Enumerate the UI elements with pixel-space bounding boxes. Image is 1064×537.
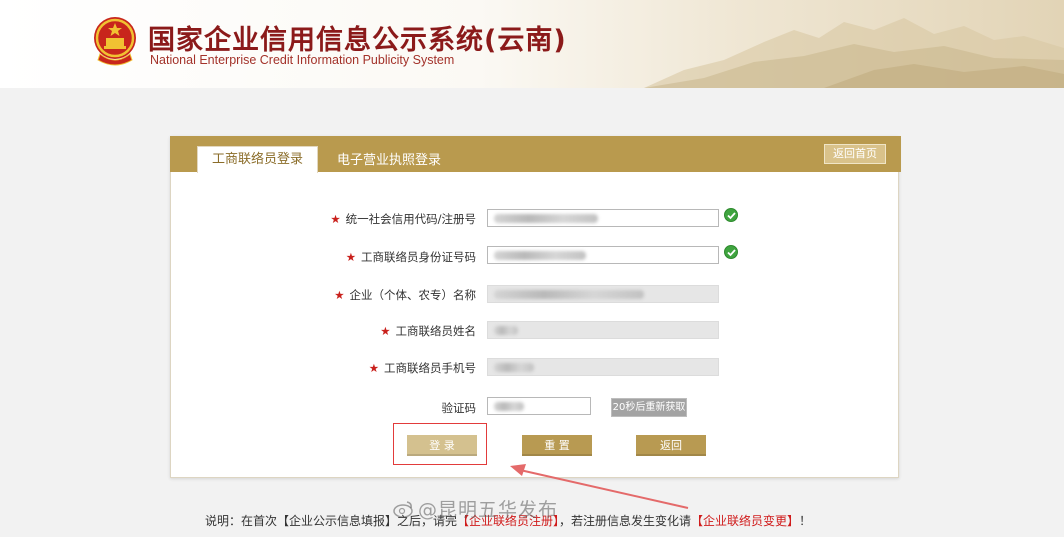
redacted-value [494,214,598,223]
required-star-icon: ★ [330,212,341,226]
site-title: 国家企业信用信息公示系统(云南) [148,25,567,56]
back-button[interactable]: 返回 [636,435,706,456]
captcha-input[interactable] [487,397,591,415]
field-label-id-number: ★ 工商联络员身份证号码 [345,250,476,264]
verified-check-icon [724,208,738,222]
phone-input [487,358,719,376]
redacted-value [494,363,534,372]
redacted-value [494,251,586,260]
verified-check-icon [724,245,738,259]
field-label-phone: ★ 工商联络员手机号 [368,361,476,375]
reset-button[interactable]: 重 置 [522,435,592,456]
id-number-input[interactable] [487,246,719,264]
back-to-home-button[interactable]: 返回首页 [824,144,886,164]
tab-e-license-login[interactable]: 电子营业执照登录 [337,149,441,168]
enterprise-name-input [487,285,719,303]
required-star-icon: ★ [368,361,379,375]
site-header: 国家企业信用信息公示系统(云南) National Enterprise Cre… [0,0,1064,88]
field-label-captcha: 验证码 [441,401,477,415]
liaison-name-input [487,321,719,339]
required-star-icon: ★ [380,324,391,338]
credit-code-input[interactable] [487,209,719,227]
login-button[interactable]: 登 录 [407,435,477,456]
site-subtitle: National Enterprise Credit Information P… [150,53,455,67]
weibo-watermark: @昆明五华发布 [418,499,559,521]
redacted-value [494,402,524,411]
mountain-banner-image [644,18,1064,88]
field-label-credit-code: ★ 统一社会信用代码/注册号 [330,212,476,226]
panel-header: 工商联络员登录 电子营业执照登录 返回首页 [170,136,901,173]
redacted-value [494,326,518,335]
required-star-icon: ★ [345,250,356,264]
required-star-icon: ★ [334,288,345,302]
national-emblem-icon [94,17,136,66]
resend-code-button[interactable]: 20秒后重新获取 [611,398,687,417]
redacted-value [494,290,644,299]
field-label-enterprise-name: ★ 企业（个体、农专）名称 [334,288,476,302]
field-label-liaison-name: ★ 工商联络员姓名 [380,324,476,338]
tab-liaison-login[interactable]: 工商联络员登录 [197,146,318,173]
weibo-logo-icon [393,501,413,518]
login-panel: 工商联络员登录 电子营业执照登录 返回首页 ★ 统一社会信用代码/注册号 ★ 工商联… [170,136,901,478]
liaison-change-link[interactable]: 【企业联络员变更】 [691,514,799,528]
